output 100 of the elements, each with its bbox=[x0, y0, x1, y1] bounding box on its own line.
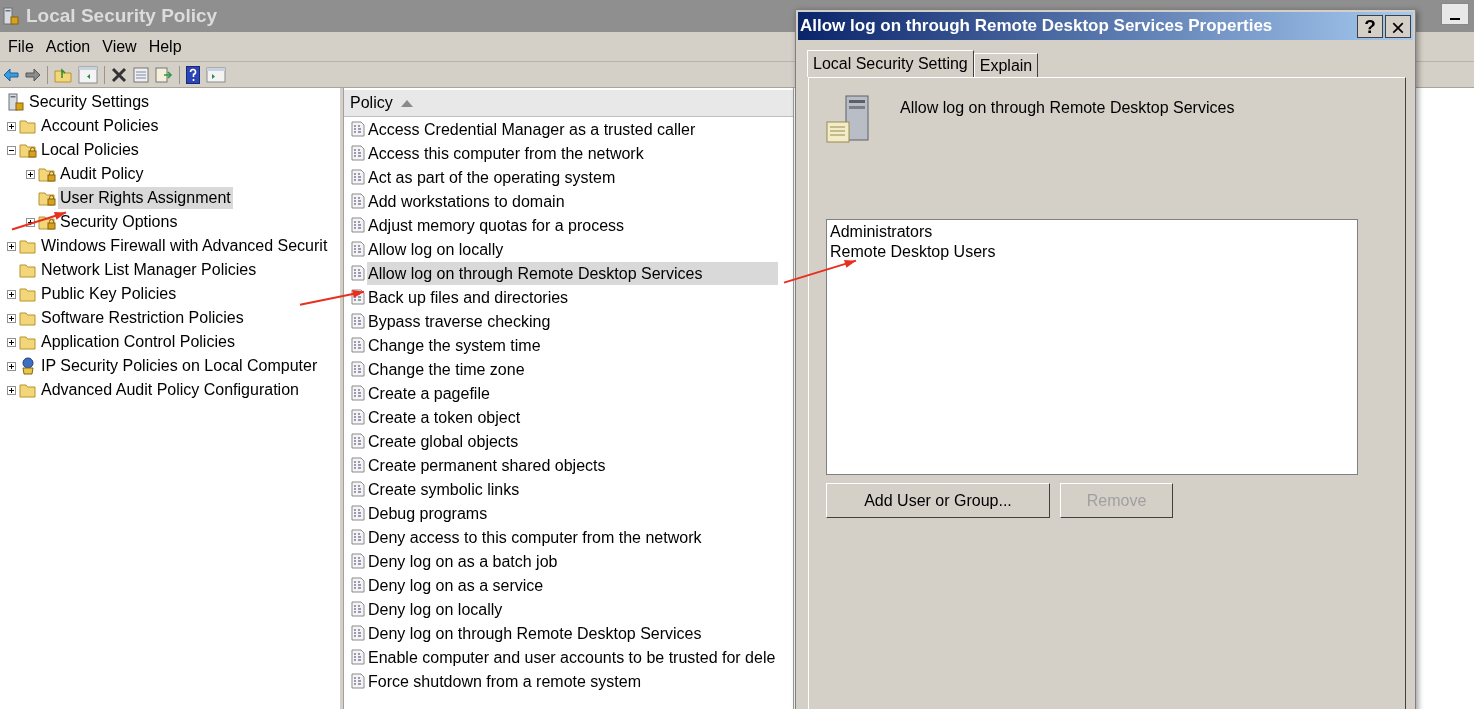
tree-item[interactable]: IP Security Policies on Local Computer bbox=[39, 355, 320, 377]
policy-icon bbox=[351, 169, 365, 185]
expand-icon[interactable] bbox=[7, 241, 16, 251]
tree-item[interactable]: Network List Manager Policies bbox=[39, 259, 259, 281]
close-button[interactable]: × bbox=[1385, 14, 1411, 38]
folder-icon bbox=[19, 286, 37, 302]
policy-icon bbox=[351, 433, 365, 449]
policy-row[interactable]: Change the time zone bbox=[367, 357, 601, 381]
policy-row[interactable]: Adjust memory quotas for a process bbox=[367, 213, 701, 237]
help-icon[interactable] bbox=[186, 65, 200, 84]
tree-item[interactable]: User Rights Assignment bbox=[58, 187, 233, 209]
policy-icon bbox=[351, 553, 365, 569]
policy-row[interactable]: Create a token object bbox=[367, 405, 597, 429]
policy-row[interactable]: Bypass traverse checking bbox=[367, 309, 627, 333]
tree-item[interactable]: Security Options bbox=[58, 211, 180, 233]
tree-item[interactable]: Application Control Policies bbox=[39, 331, 237, 353]
policy-icon bbox=[351, 241, 365, 257]
policy-icon bbox=[351, 457, 365, 473]
tree-item[interactable]: Audit Policy bbox=[58, 163, 146, 185]
policy-row[interactable]: Change the system time bbox=[367, 333, 617, 357]
tree-item[interactable]: Local Policies bbox=[39, 139, 141, 161]
expand-icon[interactable] bbox=[7, 289, 16, 299]
locked-folder-icon bbox=[38, 166, 56, 182]
policy-icon bbox=[351, 121, 365, 137]
expand-icon[interactable] bbox=[7, 361, 16, 371]
policy-row[interactable]: Create permanent shared objects bbox=[367, 453, 682, 477]
expand-icon[interactable] bbox=[7, 385, 16, 395]
export-list-icon[interactable] bbox=[155, 66, 173, 83]
member-item[interactable]: Administrators bbox=[830, 222, 933, 242]
expand-icon[interactable] bbox=[26, 169, 35, 179]
locked-folder-icon bbox=[38, 190, 56, 206]
expand-icon[interactable] bbox=[7, 337, 16, 347]
policy-icon bbox=[351, 193, 365, 209]
folder-icon bbox=[19, 382, 37, 398]
policy-row[interactable]: Create symbolic links bbox=[367, 477, 596, 501]
policy-icon bbox=[351, 409, 365, 425]
policy-row[interactable]: Act as part of the operating system bbox=[367, 165, 692, 189]
policy-icon bbox=[351, 145, 365, 161]
expand-icon[interactable] bbox=[26, 217, 35, 227]
expand-icon[interactable] bbox=[7, 121, 16, 131]
forward-icon[interactable] bbox=[25, 67, 41, 82]
policy-icon bbox=[351, 481, 365, 497]
tab[interactable]: Local Security Setting bbox=[807, 50, 974, 77]
menu-item[interactable]: File bbox=[2, 34, 40, 59]
policy-icon bbox=[351, 577, 365, 593]
policy-icon bbox=[351, 529, 365, 545]
policy-icon bbox=[351, 337, 365, 353]
tree-item[interactable]: Account Policies bbox=[39, 115, 161, 137]
folder-icon bbox=[19, 310, 37, 326]
dialog-title: Allow log on through Remote Desktop Services Properties bbox=[800, 15, 1273, 38]
folder-icon bbox=[19, 334, 37, 350]
tree-item[interactable]: Advanced Audit Policy Configuration bbox=[39, 379, 301, 401]
policy-row[interactable]: Deny log on as a service bbox=[367, 573, 620, 597]
policy-icon bbox=[351, 505, 365, 521]
tab[interactable]: Explain bbox=[973, 53, 1039, 77]
policy-name: Allow log on through Remote Desktop Services bbox=[900, 98, 1235, 118]
pointer-arrow bbox=[298, 288, 366, 307]
policy-row[interactable]: Debug programs bbox=[367, 501, 564, 525]
policy-row[interactable]: Add workstations to domain bbox=[367, 189, 641, 213]
menu-item[interactable]: View bbox=[96, 34, 143, 59]
server-lock-icon bbox=[2, 7, 20, 25]
policy-row[interactable]: Create global objects bbox=[367, 429, 595, 453]
locked-folder-icon bbox=[19, 142, 37, 158]
policy-row[interactable]: Allow log on locally bbox=[367, 237, 580, 261]
server-lock-icon bbox=[7, 93, 25, 111]
tree-item[interactable]: Software Restriction Policies bbox=[39, 307, 246, 329]
folder-icon bbox=[19, 118, 37, 134]
policy-row[interactable]: Access Credential Manager as a trusted caller bbox=[367, 117, 772, 141]
folder-icon bbox=[19, 238, 37, 254]
policy-icon bbox=[351, 673, 365, 689]
help-button[interactable]: ? bbox=[1357, 14, 1383, 38]
policy-row[interactable]: Access this computer from the network bbox=[367, 141, 720, 165]
menu-item[interactable]: Action bbox=[39, 34, 97, 59]
sort-ascending-icon bbox=[400, 99, 413, 107]
minimize-button[interactable] bbox=[1441, 3, 1469, 25]
policy-row[interactable]: Enable computer and user accounts to be trusted for dele bbox=[367, 645, 793, 669]
policy-icon bbox=[351, 313, 365, 329]
policy-row[interactable]: Create a pagefile bbox=[367, 381, 566, 405]
tree-item[interactable]: Public Key Policies bbox=[39, 283, 179, 305]
policy-row[interactable]: Force shutdown from a remote system bbox=[367, 669, 717, 693]
folder-icon bbox=[19, 262, 37, 278]
add-button[interactable]: Add User or Group... bbox=[826, 483, 1050, 518]
policy-row[interactable]: Back up files and directories bbox=[367, 285, 645, 309]
policy-row[interactable]: Deny log on locally bbox=[367, 597, 579, 621]
policy-row[interactable]: Deny log on through Remote Desktop Services bbox=[367, 621, 778, 645]
back-icon[interactable] bbox=[3, 67, 19, 82]
policy-row[interactable]: Allow log on through Remote Desktop Services bbox=[367, 261, 779, 285]
expand-icon[interactable] bbox=[7, 313, 16, 323]
policy-icon bbox=[351, 217, 365, 233]
tree-item[interactable]: Windows Firewall with Advanced Securit bbox=[39, 235, 330, 257]
policy-icon bbox=[351, 265, 365, 281]
member-item[interactable]: Remote Desktop Users bbox=[830, 242, 996, 262]
policy-icon bbox=[351, 625, 365, 641]
policy-row[interactable]: Deny log on as a batch job bbox=[367, 549, 634, 573]
column-header[interactable]: Policy bbox=[344, 90, 793, 117]
policy-row[interactable]: Deny access to this computer from the network bbox=[367, 525, 778, 549]
tree-item[interactable]: Security Settings bbox=[27, 91, 152, 113]
menu-item[interactable]: Help bbox=[142, 34, 188, 59]
delete-icon[interactable] bbox=[111, 66, 127, 83]
collapse-icon[interactable] bbox=[7, 145, 16, 155]
